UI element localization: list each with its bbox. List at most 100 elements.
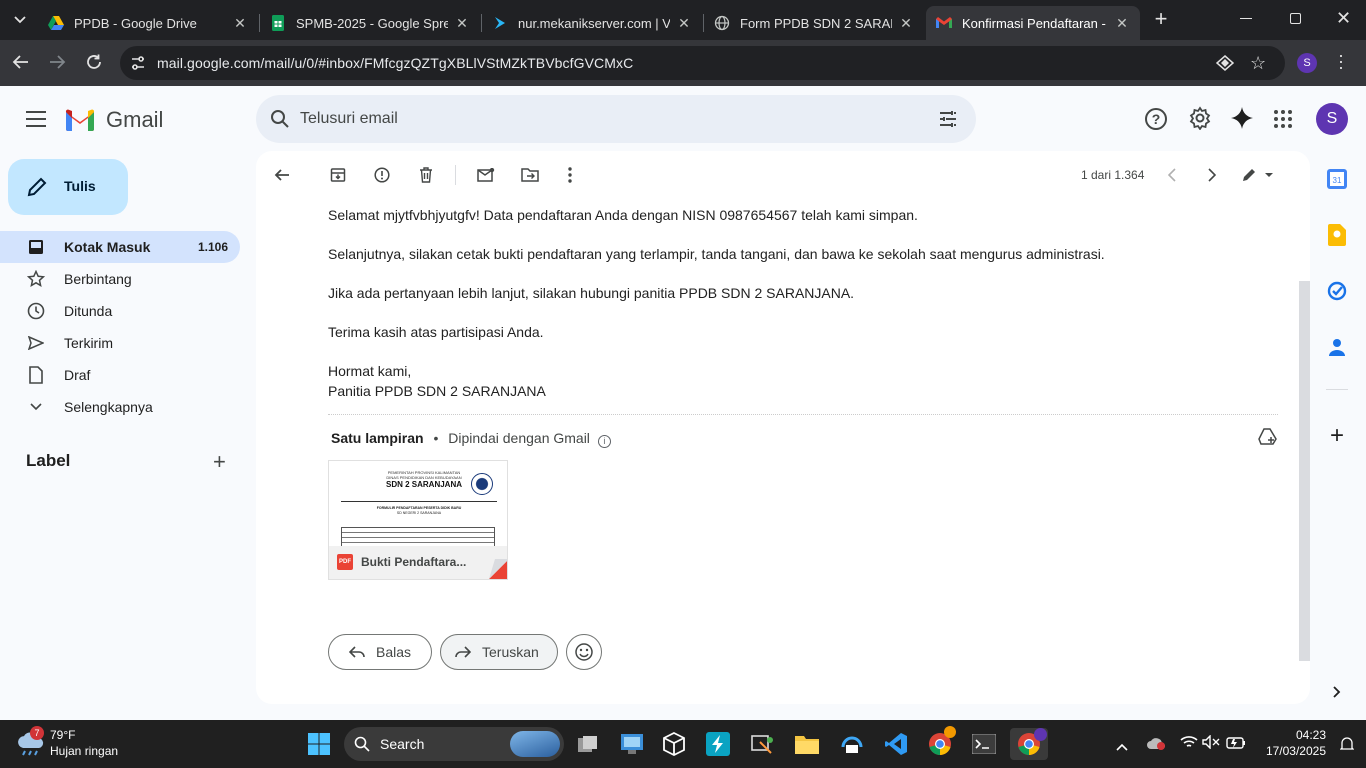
close-icon[interactable]: ✕ — [676, 15, 692, 32]
emoji-reaction-button[interactable] — [566, 634, 602, 670]
url-text[interactable]: mail.google.com/mail/u/0/#inbox/FMfcgzQZ… — [157, 55, 633, 71]
browser-tab[interactable]: Form PPDB SDN 2 SARANJA ✕ — [704, 6, 924, 40]
weather-widget[interactable]: 7 79°F Hujan ringan — [14, 726, 134, 762]
close-icon[interactable]: ✕ — [232, 15, 248, 32]
site-info-icon[interactable] — [130, 55, 146, 76]
chrome-profile-icon[interactable] — [1010, 728, 1048, 760]
tab-search-button[interactable] — [10, 10, 30, 30]
minimize-button[interactable] — [1240, 18, 1252, 19]
profile-avatar[interactable]: S — [1297, 53, 1317, 73]
back-to-inbox-icon[interactable] — [272, 165, 292, 185]
help-icon[interactable]: ? — [1145, 108, 1167, 130]
address-bar[interactable]: mail.google.com/mail/u/0/#inbox/FMfcgzQZ… — [120, 46, 1285, 80]
search-icon[interactable] — [270, 109, 290, 134]
sidebar-item-snoozed[interactable]: Ditunda — [0, 295, 240, 327]
sidebar-item-inbox[interactable]: Kotak Masuk 1.106 — [0, 231, 240, 263]
reply-button[interactable]: Balas — [328, 634, 432, 670]
save-to-drive-icon[interactable] — [1258, 428, 1278, 451]
previous-email-icon[interactable] — [1162, 165, 1182, 185]
google-tasks-icon[interactable] — [1326, 280, 1348, 302]
get-addons-icon[interactable]: + — [1326, 422, 1348, 449]
close-icon[interactable]: ✕ — [454, 15, 470, 32]
task-view-icon[interactable] — [572, 728, 604, 760]
close-icon[interactable]: ✕ — [898, 15, 914, 32]
settings-gear-icon[interactable] — [1188, 106, 1212, 135]
archive-icon[interactable] — [328, 165, 348, 185]
scrollbar-thumb[interactable] — [1299, 281, 1310, 661]
taskbar-search-label: Search — [380, 736, 425, 752]
extension-icon[interactable] — [1215, 55, 1235, 76]
new-tab-button[interactable]: + — [1150, 8, 1172, 31]
add-label-icon[interactable]: + — [213, 449, 226, 475]
close-icon[interactable]: ✕ — [1114, 15, 1130, 32]
sidebar-item-sent[interactable]: Terkirim — [0, 327, 240, 359]
attachment-count: Satu lampiran — [331, 430, 424, 446]
expand-side-panel-icon[interactable] — [1326, 681, 1348, 703]
forward-button[interactable] — [48, 53, 68, 73]
google-contacts-icon[interactable] — [1326, 336, 1348, 358]
snipping-tool-icon[interactable] — [746, 728, 778, 760]
windows-taskbar: 7 79°F Hujan ringan Search 04:23 17/03/2… — [0, 720, 1366, 768]
close-window-button[interactable]: ✕ — [1336, 8, 1352, 30]
bookmark-star-icon[interactable]: ☆ — [1250, 53, 1266, 74]
power-automate-icon[interactable] — [702, 728, 734, 760]
taskbar-search[interactable]: Search — [344, 727, 564, 761]
vscode-icon[interactable] — [880, 728, 912, 760]
virtualbox-icon[interactable] — [658, 728, 690, 760]
windows-start-icon[interactable] — [303, 728, 335, 760]
google-keep-icon[interactable] — [1326, 224, 1348, 246]
move-to-icon[interactable] — [520, 165, 540, 185]
main-menu-icon[interactable] — [26, 111, 46, 127]
google-calendar-icon[interactable]: 31 — [1326, 168, 1348, 190]
sidebar-item-label: Selengkapnya — [64, 399, 153, 415]
browser-tab[interactable]: nur.mekanikserver.com | Vie ✕ — [482, 6, 702, 40]
preview-school-name: SDN 2 SARANJANA — [385, 480, 462, 489]
pagination-text: 1 dari 1.364 — [1081, 168, 1145, 182]
search-bar[interactable]: Telusuri email — [256, 95, 976, 143]
mark-unread-icon[interactable] — [476, 165, 496, 185]
email-body-line: Panitia PPDB SDN 2 SARANJANA — [328, 383, 546, 399]
google-apps-icon[interactable] — [1274, 110, 1292, 133]
attachment-card[interactable]: PEMERINTAH PROVINSI KALIMANTAN DINAS PEN… — [328, 460, 508, 580]
terminal-icon[interactable] — [968, 728, 1000, 760]
sidebar-item-drafts[interactable]: Draf — [0, 359, 240, 391]
compose-label: Tulis — [64, 178, 96, 194]
battery-icon[interactable] — [1226, 736, 1246, 754]
system-clock[interactable]: 04:23 17/03/2025 — [1256, 728, 1326, 758]
more-options-icon[interactable] — [560, 165, 580, 185]
restore-button[interactable] — [1290, 13, 1301, 24]
remote-app-icon[interactable] — [836, 728, 868, 760]
report-spam-icon[interactable] — [372, 165, 392, 185]
input-tools-icon[interactable] — [1240, 165, 1274, 185]
gemini-sparkle-icon[interactable] — [1230, 106, 1254, 135]
reload-button[interactable] — [85, 53, 105, 73]
account-avatar[interactable]: S — [1316, 103, 1348, 135]
chrome-icon[interactable] — [924, 726, 956, 760]
wifi-icon[interactable] — [1180, 735, 1198, 754]
search-input[interactable]: Telusuri email — [300, 110, 398, 128]
browser-tab-active[interactable]: Konfirmasi Pendaftaran - PPD ✕ — [926, 6, 1140, 40]
onedrive-icon[interactable] — [1146, 736, 1166, 755]
browser-tab[interactable]: PPDB - Google Drive ✕ — [38, 6, 258, 40]
inbox-icon — [26, 237, 46, 257]
delete-icon[interactable] — [416, 165, 436, 185]
preview-table — [341, 527, 495, 547]
volume-muted-icon[interactable] — [1202, 734, 1220, 754]
gmail-logo[interactable]: Gmail — [64, 106, 163, 134]
compose-button[interactable]: Tulis — [8, 159, 128, 215]
sidebar-item-more[interactable]: Selengkapnya — [0, 391, 240, 423]
tab-title: Form PPDB SDN 2 SARANJA — [740, 15, 892, 31]
tab-title: SPMB-2025 - Google Spreads — [296, 15, 448, 31]
sidebar-item-starred[interactable]: Berbintang — [0, 263, 240, 295]
back-button[interactable] — [12, 53, 32, 73]
browser-tab[interactable]: SPMB-2025 - Google Spreads ✕ — [260, 6, 480, 40]
control-panel-icon[interactable] — [616, 728, 648, 760]
notifications-icon[interactable] — [1339, 736, 1355, 757]
show-hidden-icons[interactable] — [1116, 738, 1128, 756]
next-email-icon[interactable] — [1202, 165, 1222, 185]
file-explorer-icon[interactable] — [791, 728, 823, 760]
forward-button[interactable]: Teruskan — [440, 634, 558, 670]
search-options-icon[interactable] — [938, 109, 958, 134]
info-icon[interactable]: i — [597, 435, 611, 448]
browser-menu-icon[interactable]: · · · — [1338, 46, 1346, 76]
